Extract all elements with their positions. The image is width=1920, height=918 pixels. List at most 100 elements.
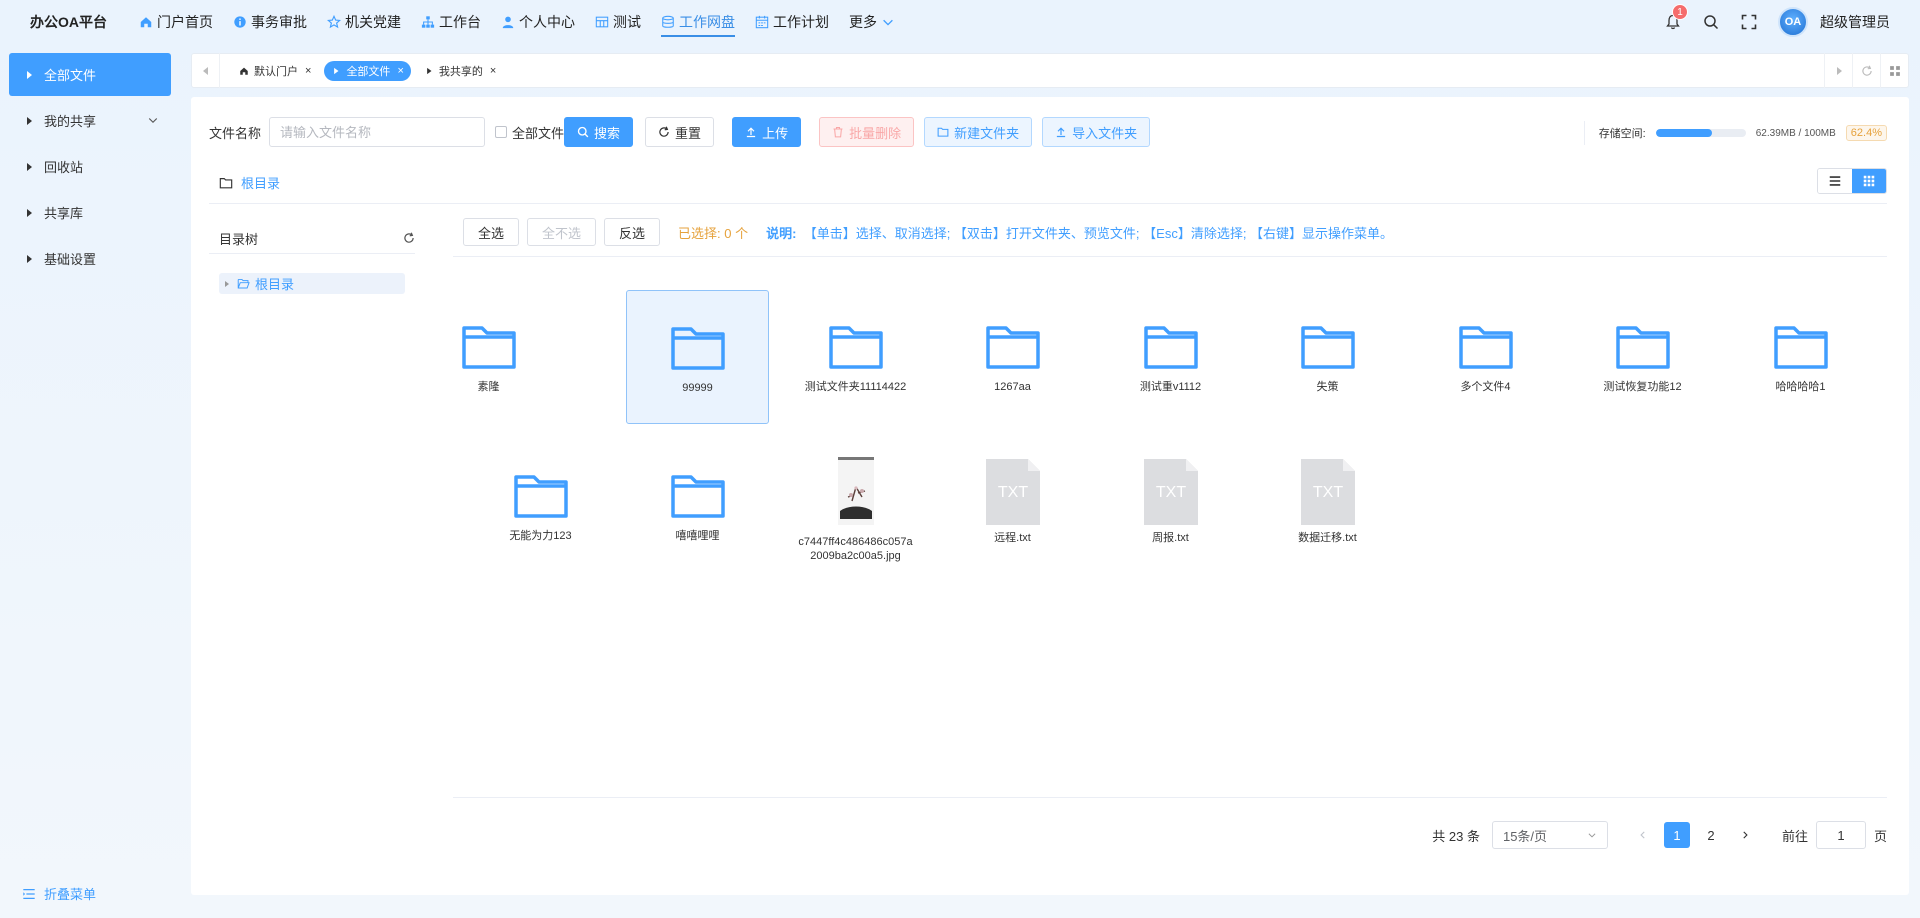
sidebar-item-my-shares[interactable]: 我的共享 — [9, 99, 171, 142]
file-item-folder[interactable]: 哈哈哈哈1 — [1729, 290, 1872, 424]
search-button[interactable] — [1702, 13, 1720, 31]
select-none-button[interactable]: 全不选 — [527, 218, 597, 246]
tabs-scroll-left[interactable] — [192, 53, 220, 88]
folder-icon — [985, 326, 1040, 369]
chevron-down-icon — [883, 19, 893, 26]
list-view-button[interactable] — [1818, 169, 1852, 193]
file-item-folder[interactable]: 失策 — [1256, 290, 1399, 424]
collapse-menu-button[interactable]: 折叠菜单 — [22, 884, 96, 903]
nav-item-personal[interactable]: 个人中心 — [491, 0, 585, 43]
fullscreen-button[interactable] — [1740, 13, 1758, 31]
close-icon[interactable]: × — [397, 65, 403, 77]
nav-item-more[interactable]: 更多 — [839, 0, 905, 43]
sidebar-item-shared-library[interactable]: 共享库 — [9, 191, 171, 234]
tree-node-root[interactable]: 根目录 — [219, 273, 405, 294]
notification-button[interactable]: 1 — [1664, 3, 1688, 31]
file-item-folder[interactable]: 测试文件夹11114422 — [784, 290, 927, 424]
chevron-left-icon — [1640, 831, 1645, 839]
search-button[interactable]: 搜索 — [564, 117, 634, 147]
next-page-button[interactable] — [1732, 822, 1758, 848]
caret-right-icon[interactable] — [225, 280, 229, 287]
tab-my-shared[interactable]: 我共享的 × — [417, 61, 503, 81]
folder-icon — [461, 326, 516, 369]
refresh-icon — [659, 126, 669, 137]
grid-icon — [1863, 175, 1875, 187]
storage-usage: 存储空间: 62.39MB / 100MB 62.4% — [1583, 121, 1887, 145]
txt-badge: TXT — [997, 484, 1027, 501]
nav-item-approval[interactable]: 事务审批 — [223, 0, 317, 43]
avatar[interactable]: OA — [1778, 6, 1808, 37]
menu-fold-icon — [23, 888, 35, 899]
file-name-label: 文件名称 — [209, 125, 262, 141]
tabs-menu-button[interactable] — [1880, 53, 1908, 88]
file-item-txt[interactable]: TXT 远程.txt — [941, 457, 1084, 591]
close-icon[interactable]: × — [305, 65, 311, 77]
tab-list: 默认门户 × 全部文件 × 我共享的 × — [220, 60, 1824, 81]
page-size-select[interactable]: 15条/页 — [1491, 821, 1608, 849]
file-item-folder[interactable]: 素隆 — [417, 290, 560, 424]
search-icon — [577, 126, 589, 138]
folder-icon — [219, 177, 233, 188]
calendar-icon — [755, 15, 769, 28]
nav-item-plan[interactable]: 工作计划 — [745, 0, 839, 43]
file-item-txt[interactable]: TXT 周报.txt — [1099, 457, 1242, 591]
nav-item-portal[interactable]: 门户首页 — [129, 0, 223, 43]
file-item-folder[interactable]: 测试重v1112 — [1099, 290, 1242, 424]
checkbox-box[interactable] — [495, 126, 508, 138]
page-unit-label: 页 — [1873, 828, 1887, 844]
nav-item-netdisk[interactable]: 工作网盘 — [651, 0, 745, 43]
file-item-txt[interactable]: TXT 数据迁移.txt — [1256, 457, 1399, 591]
refresh-tab-button[interactable] — [1852, 53, 1880, 88]
folder-icon — [513, 475, 568, 518]
file-item-folder[interactable]: 测试恢复功能12 — [1571, 290, 1714, 424]
grid-view-button[interactable] — [1852, 169, 1886, 193]
tabs-scroll-right[interactable] — [1824, 53, 1852, 88]
batch-delete-button[interactable]: 批量删除 — [819, 117, 915, 147]
pagination: 共 23 条 15条/页 1 2 前往 页 — [1432, 821, 1887, 849]
new-folder-button[interactable]: 新建文件夹 — [924, 117, 1033, 147]
import-folder-button[interactable]: 导入文件夹 — [1042, 117, 1151, 147]
tab-all-files[interactable]: 全部文件 × — [324, 60, 411, 81]
tab-default-portal[interactable]: 默认门户 × — [232, 61, 318, 81]
folder-open-icon — [237, 278, 250, 289]
folder-icon — [1143, 326, 1198, 369]
file-item-folder[interactable]: 1267aa — [941, 290, 1084, 424]
file-item-folder[interactable]: 99999 — [626, 290, 769, 424]
notification-badge: 1 — [1672, 3, 1688, 20]
username[interactable]: 超级管理员 — [1820, 12, 1890, 32]
fullscreen-icon — [1741, 14, 1757, 29]
divider — [209, 203, 1887, 204]
close-icon[interactable]: × — [490, 65, 496, 77]
refresh-icon[interactable] — [403, 232, 415, 244]
upload-button[interactable]: 上传 — [732, 117, 802, 147]
page-button-2[interactable]: 2 — [1698, 822, 1724, 848]
folder-icon — [1773, 326, 1828, 369]
prev-page-button[interactable] — [1630, 822, 1656, 848]
txt-badge: TXT — [1155, 484, 1185, 501]
all-files-checkbox[interactable]: 全部文件 — [495, 123, 564, 142]
file-item-folder[interactable]: 无能为力123 — [469, 439, 612, 573]
select-all-button[interactable]: 全选 — [463, 218, 520, 246]
breadcrumb[interactable]: 根目录 — [219, 173, 280, 192]
nav-item-party[interactable]: 机关党建 — [317, 0, 411, 43]
nav-item-workbench[interactable]: 工作台 — [411, 0, 491, 43]
tabs-actions — [1824, 53, 1908, 88]
top-navbar: 办公OA平台 门户首页 事务审批 机关党建 工作台 个人中心 测试 工作网盘 工… — [0, 0, 1920, 43]
file-item-folder[interactable]: 多个文件4 — [1414, 290, 1557, 424]
file-item-image[interactable]: c7447ff4c486486c057a2009ba2c00a5.jpg — [784, 457, 927, 591]
folder-icon — [670, 475, 725, 518]
file-name-input[interactable] — [269, 117, 486, 147]
sidebar-item-all-files[interactable]: 全部文件 — [9, 53, 171, 96]
home-icon — [240, 67, 248, 75]
goto-page-input[interactable] — [1815, 821, 1866, 849]
home-icon — [140, 16, 152, 27]
search-icon — [1704, 14, 1719, 29]
database-icon — [662, 15, 674, 28]
invert-selection-button[interactable]: 反选 — [604, 218, 661, 246]
sidebar-item-recycle-bin[interactable]: 回收站 — [9, 145, 171, 188]
reset-button[interactable]: 重置 — [645, 117, 715, 147]
page-button-1[interactable]: 1 — [1663, 822, 1690, 848]
file-item-folder[interactable]: 嘻嘻哩哩 — [626, 439, 769, 573]
nav-item-test[interactable]: 测试 — [585, 0, 651, 43]
sidebar-item-settings[interactable]: 基础设置 — [9, 237, 171, 280]
